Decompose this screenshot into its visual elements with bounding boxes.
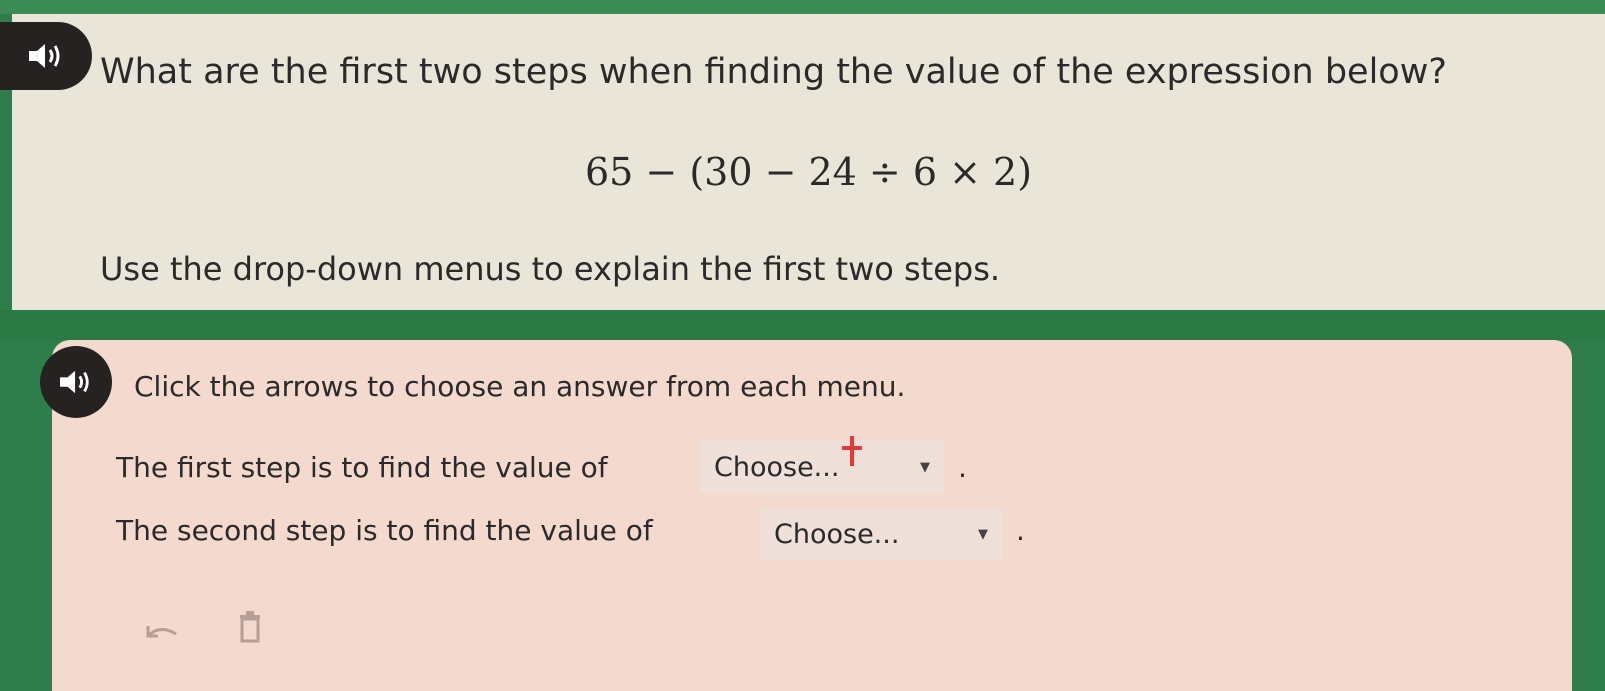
step-one-selected: Choose... [714,451,840,483]
answer-prompt: Click the arrows to choose an answer fro… [134,370,906,403]
answer-audio-button[interactable] [40,346,112,418]
speaker-icon [29,44,60,68]
question-panel: What are the first two steps when findin… [0,14,1605,310]
speaker-icon [60,370,89,394]
step-two-selected: Choose... [774,518,900,550]
step-two-dropdown[interactable]: Choose... ▼ [760,508,1002,560]
chevron-down-icon: ▼ [978,526,988,542]
trash-icon[interactable] [236,608,264,644]
step-two-period: . [1016,514,1025,547]
step-one-dropdown[interactable]: Choose... ▼ [700,441,944,493]
question-title: What are the first two steps when findin… [100,52,1447,92]
top-band [0,0,1605,14]
step-one-period: . [958,451,967,484]
question-audio-button[interactable] [0,22,92,90]
step-two-label: The second step is to find the value of [116,514,653,547]
math-expression: 65 − (30 − 24 ÷ 6 × 2) [584,150,1033,194]
red-cursor-icon [842,436,862,466]
undo-icon[interactable] [144,620,180,646]
section-divider [0,310,1605,340]
step-one-label: The first step is to find the value of [116,451,608,484]
question-instruction: Use the drop-down menus to explain the f… [100,250,1001,288]
chevron-down-icon: ▼ [920,459,930,475]
